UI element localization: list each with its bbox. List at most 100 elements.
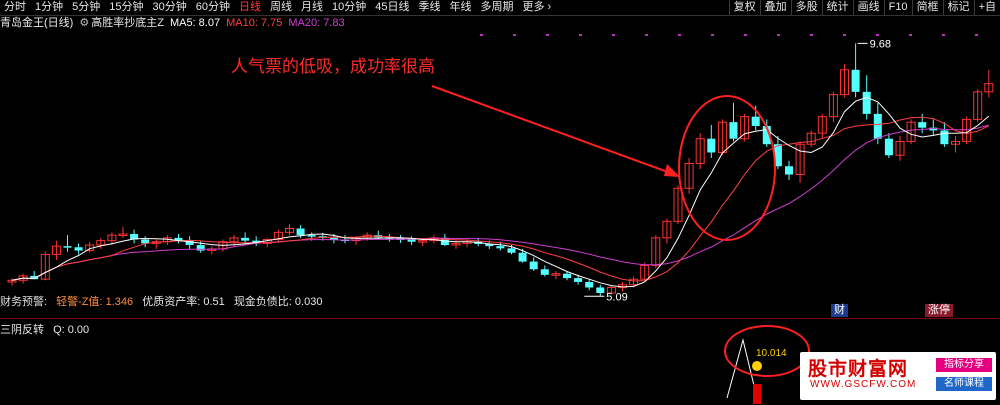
candle-body xyxy=(729,122,738,139)
ma20-value: MA20: 7.83 xyxy=(288,17,345,29)
low-price-label: 5.09 xyxy=(606,291,627,303)
tool-button-8[interactable]: +自 xyxy=(973,0,1000,15)
candle-body xyxy=(496,246,505,249)
top-marker xyxy=(480,34,483,36)
candle-body xyxy=(518,252,527,262)
top-marker xyxy=(777,34,780,36)
limit-up-tag[interactable]: 涨停 xyxy=(925,304,953,317)
top-marker xyxy=(942,34,945,36)
arrow-head xyxy=(664,164,680,177)
candle-body xyxy=(851,69,860,92)
signal-value: 10.014 xyxy=(756,348,787,359)
candle-body xyxy=(884,138,893,156)
candle-body xyxy=(407,239,416,242)
tool-button-4[interactable]: 画线 xyxy=(852,0,884,15)
period-tab-1[interactable]: 1分钟 xyxy=(31,0,68,15)
signal-spike xyxy=(726,338,758,399)
period-tab-13[interactable]: 多周期 xyxy=(477,0,519,15)
annotation-arrow xyxy=(431,85,677,176)
top-marker xyxy=(744,34,747,36)
candle-body xyxy=(540,269,549,275)
candle-body xyxy=(307,235,316,237)
top-marker xyxy=(546,34,549,36)
candle-body xyxy=(785,166,793,175)
candle-body xyxy=(940,130,949,145)
formula-name[interactable]: 高胜率抄底主Z xyxy=(91,16,164,30)
signal-bar xyxy=(753,384,761,404)
high-price-label: 9.68 xyxy=(870,38,891,50)
tool-button-2[interactable]: 多股 xyxy=(790,0,822,15)
candle-body xyxy=(241,237,250,241)
zscore-warning: 轻警-Z值: 1.346 xyxy=(56,296,134,308)
cash-debt-ratio: 现金负债比: 0.030 xyxy=(233,296,323,308)
candle-body xyxy=(862,91,871,114)
period-tab-9[interactable]: 10分钟 xyxy=(328,0,371,15)
finance-title: 财务预警: xyxy=(0,296,48,308)
tool-button-6[interactable]: 简框 xyxy=(911,0,943,15)
top-marker xyxy=(513,34,516,36)
period-tab-11[interactable]: 季线 xyxy=(415,0,446,15)
period-tab-0[interactable]: 分时 xyxy=(0,0,31,15)
gear-icon[interactable]: ⚙ xyxy=(79,16,89,30)
period-toolbar: 分时 1分钟 5分钟 15分钟 30分钟 60分钟 日线 周线 月线 10分钟 45日线 季线 年线 多周… xyxy=(0,0,1000,16)
ma5-line xyxy=(11,96,990,288)
tool-button-5[interactable]: F10 xyxy=(883,0,912,15)
top-marker xyxy=(711,34,714,36)
ma10-value: MA10: 7.75 xyxy=(226,17,283,29)
top-marker xyxy=(876,34,879,36)
ma5-value: MA5: 8.07 xyxy=(169,17,221,29)
top-marker xyxy=(645,34,648,36)
watermark-tag-share: 指标分享 xyxy=(936,358,992,372)
top-marker xyxy=(843,34,846,36)
annotation-text: 人气票的低吸，成功率很高 xyxy=(231,57,435,76)
stock-title[interactable]: 青岛金王(日线) xyxy=(0,16,73,30)
period-tab-8[interactable]: 月线 xyxy=(297,0,328,15)
tool-buttons: 复权 叠加 多股 统计 画线 F10 简框 标记 +自 xyxy=(728,0,1000,15)
period-tab-3[interactable]: 15分钟 xyxy=(105,0,148,15)
finance-tag[interactable]: 财 xyxy=(831,304,848,317)
candle-body xyxy=(707,138,716,153)
watermark-url: WWW.GSCFW.COM xyxy=(810,379,917,390)
tool-button-7[interactable]: 标记 xyxy=(942,0,974,15)
tool-button-3[interactable]: 统计 xyxy=(821,0,853,15)
top-marker xyxy=(975,34,978,36)
candle-body xyxy=(563,273,571,279)
period-tab-6[interactable]: 日线 xyxy=(235,0,266,15)
candle-body xyxy=(63,246,72,248)
period-tab-5[interactable]: 60分钟 xyxy=(192,0,235,15)
top-marker xyxy=(612,34,615,36)
watermark-logo: 股市财富网 WWW.GSCFW.COM 指标分享 名师课程 xyxy=(800,352,996,400)
watermark-tag-course: 名师课程 xyxy=(936,377,992,391)
period-tabs: 分时 1分钟 5分钟 15分钟 30分钟 60分钟 日线 周线 月线 10分钟 45日线 季线 年线 多周… xyxy=(0,0,556,15)
quality-asset-ratio: 优质资产率: 0.51 xyxy=(142,296,225,308)
candle-body xyxy=(296,228,305,236)
smiley-icon xyxy=(752,361,762,371)
candle-body xyxy=(596,287,605,293)
indicator-info-row: 青岛金王(日线) ⚙ 高胜率抄底主Z MA5: 8.07 MA10: 7.75 … xyxy=(0,16,351,30)
top-marker xyxy=(810,34,813,36)
period-tab-7[interactable]: 周线 xyxy=(266,0,297,15)
candle-body xyxy=(585,281,594,288)
candlestick-chart[interactable]: 9.68 5.09 xyxy=(0,30,1000,317)
ma20-line xyxy=(11,124,989,281)
top-marker xyxy=(678,34,681,36)
candle-body xyxy=(873,113,882,139)
period-tab-10[interactable]: 45日线 xyxy=(371,0,414,15)
period-tab-4[interactable]: 30分钟 xyxy=(149,0,192,15)
candle-body xyxy=(918,122,927,128)
ma10-line xyxy=(11,116,990,282)
period-tab-2[interactable]: 5分钟 xyxy=(68,0,105,15)
candle-body xyxy=(74,247,83,251)
top-marker xyxy=(909,34,912,36)
period-tab-14[interactable]: 更多 › xyxy=(519,0,557,15)
top-marker xyxy=(579,34,582,36)
tool-button-0[interactable]: 复权 xyxy=(728,0,760,15)
candle-body xyxy=(529,261,538,270)
period-tab-12[interactable]: 年线 xyxy=(446,0,477,15)
candle-body xyxy=(507,248,516,253)
candle-body xyxy=(751,116,760,127)
watermark-title: 股市财富网 xyxy=(808,359,909,380)
tool-button-1[interactable]: 叠加 xyxy=(759,0,791,15)
candle-body xyxy=(574,278,583,282)
financial-warning-row: 财务预警: 轻警-Z值: 1.346 优质资产率: 0.51 现金负债比: 0.… xyxy=(0,293,328,309)
